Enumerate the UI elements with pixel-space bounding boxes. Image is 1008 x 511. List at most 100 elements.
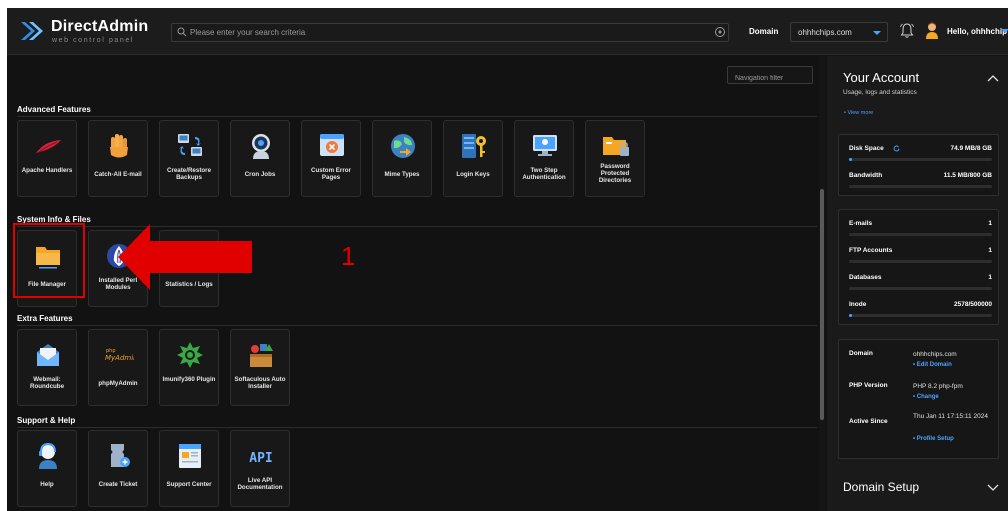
account-panel: Your Account Usage, logs and statistics … [827, 56, 1008, 511]
app-subtitle: web control panel [52, 37, 135, 44]
bandwidth-bar [849, 185, 992, 188]
databases-label: Databases [849, 274, 882, 281]
ftp-value: 1 [988, 247, 992, 254]
domain-label: Domain [749, 27, 779, 36]
tile-imunify360-plugin[interactable]: Imunify360 Plugin [159, 329, 219, 406]
tile-catch-all-email[interactable]: Catch-All E-mail [88, 120, 148, 197]
inode-label: Inode [849, 301, 867, 308]
phpmyadmin-icon: php MyAdmin [105, 348, 134, 362]
domain-info-label: Domain [849, 350, 873, 357]
search-icon [177, 27, 187, 37]
annotation-arrow-icon [118, 224, 252, 290]
api-icon: API [249, 451, 272, 466]
profile-setup-link[interactable]: • Profile Setup [913, 436, 954, 442]
tile-label: Login Keys [456, 171, 490, 178]
user-greeting[interactable]: Hello, ohhhchip [947, 27, 1007, 36]
tile-label: Help [40, 481, 54, 488]
domain-info-value: ohhhchips.com [913, 351, 957, 358]
tile-cron-jobs[interactable]: Cron Jobs [230, 120, 290, 197]
emails-value: 1 [988, 220, 992, 227]
tile-apache-handlers[interactable]: Apache Handlers [17, 120, 77, 197]
navigation-filter[interactable] [727, 66, 813, 87]
tile-label: Webmail: Roundcube [29, 376, 65, 391]
navigation-filter-input[interactable] [728, 70, 812, 87]
global-search[interactable] [171, 23, 729, 42]
ftp-label: FTP Accounts [849, 247, 893, 254]
tile-label: Two Step Authentication [522, 167, 566, 182]
bandwidth-label: Bandwidth [849, 172, 883, 179]
section-divider [17, 325, 817, 326]
tile-label: Softaculous Auto Installer [234, 376, 286, 391]
disk-space-value: 74.9 MB/8 GB [950, 145, 992, 152]
ftp-bar [849, 260, 992, 263]
api-icon-text: API [249, 451, 272, 466]
key-icon [462, 134, 486, 158]
tile-live-api-documentation[interactable]: API Live API Documentation [230, 430, 290, 507]
search-input[interactable] [190, 24, 710, 41]
edit-domain-link[interactable]: • Edit Domain [913, 362, 952, 368]
help-agent-icon [39, 442, 57, 469]
tile-label: Custom Error Pages [311, 167, 351, 182]
phpmyadmin-logo-text: MyAdmin [105, 354, 134, 362]
usage-box: Disk Space 74.9 MB/8 GB Bandwidth 11.5 M… [838, 134, 999, 196]
domain-info-box: Domain ohhhchips.com • Edit Domain PHP V… [838, 339, 999, 459]
main-scrollbar-thumb[interactable] [820, 189, 824, 420]
tile-label: phpMyAdmin [98, 380, 138, 387]
tile-custom-error-pages[interactable]: Custom Error Pages [301, 120, 361, 197]
tile-label: Password Protected Directories [598, 163, 632, 185]
account-subtitle: Usage, logs and statistics [843, 89, 917, 96]
tile-label: Catch-All E-mail [94, 171, 142, 178]
section-title-support: Support & Help [17, 416, 76, 425]
emails-bar [849, 233, 992, 236]
tile-label: Cron Jobs [244, 171, 276, 178]
tile-password-protected-directories[interactable]: Password Protected Directories [585, 120, 645, 197]
tile-softaculous[interactable]: Softaculous Auto Installer [230, 329, 290, 406]
tile-help[interactable]: Help [17, 430, 77, 507]
disk-space-label: Disk Space [849, 145, 884, 152]
refresh-icon[interactable] [893, 145, 900, 152]
section-divider [17, 427, 817, 428]
tile-create-ticket[interactable]: Create Ticket [88, 430, 148, 507]
inode-value: 2578/500000 [954, 301, 992, 308]
feather-icon [36, 140, 61, 153]
tile-label: Create Ticket [98, 481, 138, 488]
active-since-label: Active Since [849, 418, 888, 425]
backup-icon [178, 134, 202, 156]
tile-create-restore-backups[interactable]: Create/Restore Backups [159, 120, 219, 197]
inode-bar [849, 314, 992, 317]
two-step-auth-icon [533, 135, 557, 156]
inode-fill [849, 314, 852, 317]
php-version-label: PHP Version [849, 382, 888, 389]
directadmin-logo[interactable]: DirectAdmin web control panel [19, 16, 169, 48]
user-avatar-icon[interactable] [925, 21, 939, 41]
cron-robot-icon [252, 134, 270, 159]
top-header: DirectAdmin web control panel Domain ohh… [7, 8, 1008, 55]
bandwidth-value: 11.5 MB/800 GB [943, 172, 992, 179]
view-more-link[interactable]: • View more [844, 110, 873, 116]
chevron-down-icon[interactable] [987, 484, 999, 492]
tile-label: Mime Types [384, 171, 420, 178]
active-since-value: Thu Jan 11 17:15:11 2024 [913, 413, 988, 420]
tile-two-step-authentication[interactable]: Two Step Authentication [514, 120, 574, 197]
domain-setup-title[interactable]: Domain Setup [843, 480, 919, 494]
tile-label: Imunify360 Plugin [162, 376, 216, 383]
ticket-icon [111, 444, 130, 467]
directadmin-logo-icon [21, 22, 43, 40]
user-menu-chevron-icon[interactable] [1001, 29, 1008, 33]
disk-space-bar [849, 158, 992, 161]
search-options-icon[interactable] [714, 26, 726, 38]
chevron-up-icon[interactable] [987, 74, 999, 82]
databases-value: 1 [988, 274, 992, 281]
change-php-link[interactable]: • Change [913, 394, 939, 400]
tile-mime-types[interactable]: Mime Types [372, 120, 432, 197]
webmail-icon [37, 344, 59, 366]
domain-select[interactable]: ohhhchips.com [790, 22, 888, 42]
tile-phpmyadmin[interactable]: php MyAdmin phpMyAdmin [88, 329, 148, 406]
emails-label: E-mails [849, 220, 873, 227]
tile-login-keys[interactable]: Login Keys [443, 120, 503, 197]
tile-support-center[interactable]: Support Center [159, 430, 219, 507]
hand-icon [110, 134, 128, 158]
counts-box: E-mails 1 FTP Accounts 1 Databases 1 Ino… [838, 209, 999, 325]
notification-bell-icon[interactable] [899, 22, 915, 40]
tile-webmail-roundcube[interactable]: Webmail: Roundcube [17, 329, 77, 406]
